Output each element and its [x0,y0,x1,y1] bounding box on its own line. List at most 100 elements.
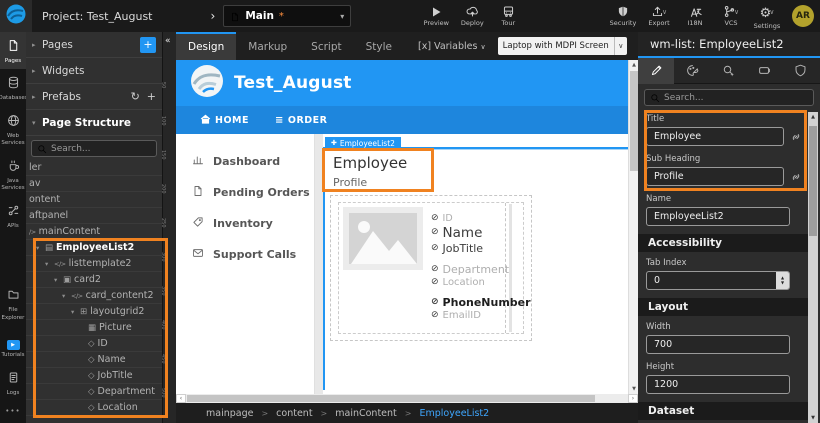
breadcrumb-item-content[interactable]: content [276,408,312,419]
nav-item-order[interactable]: ≡ORDER [275,115,327,126]
tree-row-EmployeeList2[interactable]: ▾▤EmployeeList2 [26,240,162,256]
device-selector[interactable]: Laptop with MDPI Screen ∨ [498,37,627,55]
tabindex-property-input[interactable] [646,271,790,290]
topbar-action-vcs[interactable]: ∨VCS [714,5,748,27]
tree-row-aftpanel[interactable]: aftpanel [26,208,162,224]
wavemaker-logo[interactable] [0,0,32,32]
sidebar-rail-item-logs[interactable]: Logs [0,364,26,401]
list-subheading[interactable]: Profile [333,176,367,189]
bind-property-icon[interactable] [790,171,802,183]
topbar-action-export[interactable]: ∨Export [642,5,676,27]
tab-design[interactable]: Design [176,32,236,60]
rail-more-button[interactable]: ••• [0,401,26,423]
app-sidebar-item-dashboard[interactable]: Dashboard [176,146,314,177]
tree-row-listtemplate2[interactable]: ▾</>listtemplate2 [26,256,162,272]
scroll-down-icon[interactable]: ▼ [808,415,818,421]
tree-row-Name[interactable]: ◇Name [26,352,162,368]
topbar-action-tour[interactable]: Tour [491,5,525,27]
topbar-action-i18n[interactable]: I18N [678,5,712,27]
tree-row-JobTitle[interactable]: ◇JobTitle [26,368,162,384]
sidebar-rail-item-java-services[interactable]: Java Services [0,152,26,197]
add-page-button[interactable]: + [140,37,156,53]
canvas-vertical-scrollbar[interactable]: ▲ ▼ [628,60,638,394]
title-property-input[interactable] [646,127,784,146]
number-stepper[interactable]: ▲▼ [776,272,789,289]
collapse-left-panel-button[interactable]: « [165,36,171,46]
horizontal-scroll-thumb[interactable] [187,395,595,402]
tree-row-ID[interactable]: ◇ID [26,336,162,352]
variables-button[interactable]: [x] Variables ∨ [418,41,486,52]
label-widget-id[interactable]: ⊘ID [431,212,523,224]
breadcrumb-item-maincontent[interactable]: mainContent [335,408,397,419]
sidebar-rail-item-file-explorer[interactable]: File Explorer [0,281,26,326]
topbar-action-deploy[interactable]: Deploy [455,5,489,27]
layout-section-header[interactable]: Layout [638,298,808,316]
vertical-scroll-thumb[interactable] [630,71,638,171]
label-widget-jobtitle[interactable]: ⊘JobTitle [431,241,523,255]
section-prefabs[interactable]: ▸Prefabs↻+ [26,84,162,110]
canvas-horizontal-scrollbar[interactable]: ‹ › [176,394,638,403]
topbar-action-security[interactable]: Security [606,5,640,27]
device-tab[interactable] [746,58,782,84]
topbar-action-settings[interactable]: ⚙∨Settings [750,2,784,30]
tree-row-ler[interactable]: ler [26,160,162,176]
app-sidebar-item-pending-orders[interactable]: Pending Orders [176,177,314,208]
properties-scrollbar[interactable]: ▲ ▼ [808,112,818,423]
add-prefab-button[interactable]: + [147,90,156,103]
label-widget-location[interactable]: ⊘Location [431,276,523,288]
sidebar-rail-item-databases[interactable]: Databases [0,69,26,106]
tree-row-card_content2[interactable]: ▾</>card_content2 [26,288,162,304]
label-widget-name[interactable]: ⊘Name [431,224,523,241]
accessibility-section-header[interactable]: Accessibility [638,234,808,252]
properties-scroll-thumb[interactable] [809,126,817,236]
label-widget-department[interactable]: ⊘Department [431,262,523,276]
tab-markup[interactable]: Markup [236,32,299,60]
tab-style[interactable]: Style [354,32,404,60]
width-property-input[interactable] [646,335,790,354]
sidebar-rail-item-web-services[interactable]: Web Services [0,107,26,152]
expander-icon[interactable]: ▾ [62,292,71,300]
tree-row-av[interactable]: av [26,176,162,192]
dataset-section-header[interactable]: Dataset [638,402,808,420]
expander-icon[interactable]: ▾ [36,244,45,252]
section-page-structure[interactable]: ▾Page Structure [26,110,162,136]
tree-row-Picture[interactable]: ▦Picture [26,320,162,336]
section-widgets[interactable]: ▸Widgets [26,58,162,84]
picture-widget[interactable] [343,207,423,270]
name-property-input[interactable] [646,207,790,226]
inspect-tab[interactable] [710,58,746,84]
page-structure-search[interactable]: Search... [31,140,157,157]
label-widget-emailid[interactable]: ⊘EmailID [431,309,523,321]
tree-row-Location[interactable]: ◇Location [26,400,162,416]
tree-row-mainContent[interactable]: />mainContent [26,224,162,240]
properties-search[interactable]: Search... [644,89,814,106]
expander-icon[interactable]: ▾ [45,260,54,268]
bind-property-icon[interactable] [790,131,802,143]
tree-row-card2[interactable]: ▾▣card2 [26,272,162,288]
tree-row-Department[interactable]: ◇Department [26,384,162,400]
sidebar-rail-item-tutorials[interactable]: ▶Tutorials [0,326,26,363]
label-widget-phonenumber[interactable]: ⊘PhoneNumber [431,295,523,309]
breadcrumb-item-employeelist2[interactable]: EmployeeList2 [419,408,489,419]
scroll-right-icon[interactable]: › [628,394,638,403]
styles-tab[interactable] [674,58,710,84]
expander-icon[interactable]: ▾ [71,308,80,316]
scroll-left-icon[interactable]: ‹ [176,394,186,403]
list-title[interactable]: Employee [333,154,407,172]
tree-row-layoutgrid2[interactable]: ▾⊞layoutgrid2 [26,304,162,320]
app-sidebar-item-inventory[interactable]: Inventory [176,208,314,239]
avatar[interactable]: AR [786,5,814,27]
nav-item-home[interactable]: HOME [200,114,249,127]
sidebar-rail-item-apis[interactable]: APIs [0,197,26,234]
properties-tab[interactable] [638,58,674,84]
height-property-input[interactable] [646,375,790,394]
scroll-up-icon[interactable]: ▲ [808,114,818,120]
page-selector-dropdown[interactable]: Main * ▾ [223,5,351,27]
section-pages[interactable]: ▸Pages+ [26,32,162,58]
app-sidebar-item-support-calls[interactable]: Support Calls [176,239,314,270]
security-tab[interactable] [782,58,818,84]
subheading-property-input[interactable] [646,167,784,186]
topbar-action-preview[interactable]: Preview [419,5,453,27]
sidebar-rail-item-pages[interactable]: Pages [0,32,26,69]
refresh-icon[interactable]: ↻ [131,90,140,103]
